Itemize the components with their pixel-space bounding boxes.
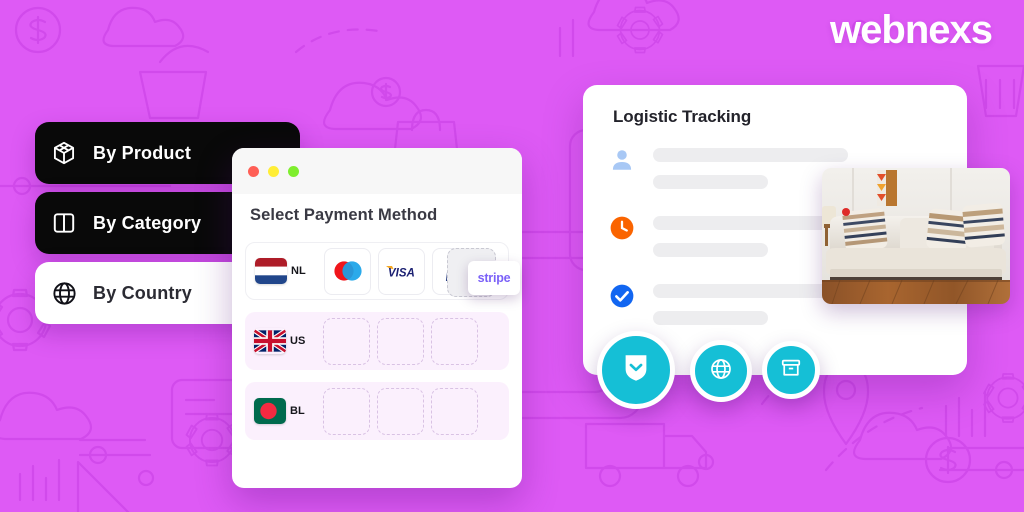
country-cell-bl: BL (254, 398, 316, 424)
payment-row-us: US (245, 312, 509, 370)
payment-method-window: Select Payment Method NL VISA US BL stri… (232, 148, 522, 488)
logistic-title: Logistic Tracking (613, 107, 752, 126)
globe-icon (35, 280, 93, 307)
drop-slot[interactable] (431, 317, 478, 365)
stripe-logo-card[interactable]: stripe (468, 261, 520, 295)
country-code-us: US (290, 335, 306, 347)
maximize-dot[interactable] (288, 165, 299, 177)
close-dot[interactable] (248, 165, 259, 177)
drop-slot[interactable] (377, 317, 424, 365)
payment-row-bl: BL (245, 382, 509, 440)
globe-button[interactable] (690, 340, 752, 402)
cube-icon (35, 140, 93, 166)
archive-box-icon (780, 357, 802, 384)
country-code-bl: BL (290, 405, 305, 417)
country-cell-us: US (254, 328, 316, 354)
skeleton-bar (653, 216, 848, 230)
skeleton-bar (653, 284, 848, 298)
sidebar-label-by-category: By Category (93, 212, 202, 233)
bangladesh-flag (254, 398, 286, 424)
brand-logo: webnexs (830, 8, 993, 52)
drop-slot[interactable] (323, 317, 370, 365)
globe-icon (709, 357, 733, 386)
skeleton-bar (653, 243, 768, 257)
visa-logo[interactable]: VISA (378, 247, 425, 295)
columns-icon (35, 210, 93, 236)
skeleton-bar (653, 311, 768, 325)
promo-banner: webnexs By Product By Category By Countr… (0, 0, 1024, 512)
country-code-nl: NL (291, 265, 306, 277)
skeleton-bar (653, 148, 848, 162)
netherlands-flag (255, 258, 287, 284)
drop-slot[interactable] (377, 387, 424, 435)
drop-slot[interactable] (323, 387, 370, 435)
country-cell-nl: NL (255, 258, 317, 284)
minimize-dot[interactable] (268, 165, 279, 177)
clock-icon (609, 215, 635, 241)
archive-button[interactable] (762, 341, 820, 399)
person-icon (609, 147, 635, 173)
svg-text:VISA: VISA (388, 267, 415, 279)
sidebar-label-by-product: By Product (93, 142, 192, 163)
drop-slot[interactable] (431, 387, 478, 435)
panel-title: Select Payment Method (250, 206, 438, 224)
sofa-photo (822, 168, 1010, 304)
sidebar-label-by-country: By Country (93, 282, 193, 303)
stripe-label: stripe (477, 271, 511, 285)
window-titlebar (232, 148, 522, 194)
shield-down-button[interactable] (597, 331, 675, 409)
skeleton-bar (653, 175, 768, 189)
check-icon (609, 283, 635, 309)
united-kingdom-flag (254, 328, 286, 354)
mastercard-logo[interactable] (324, 247, 371, 295)
shield-chevron-down-icon (622, 353, 650, 388)
